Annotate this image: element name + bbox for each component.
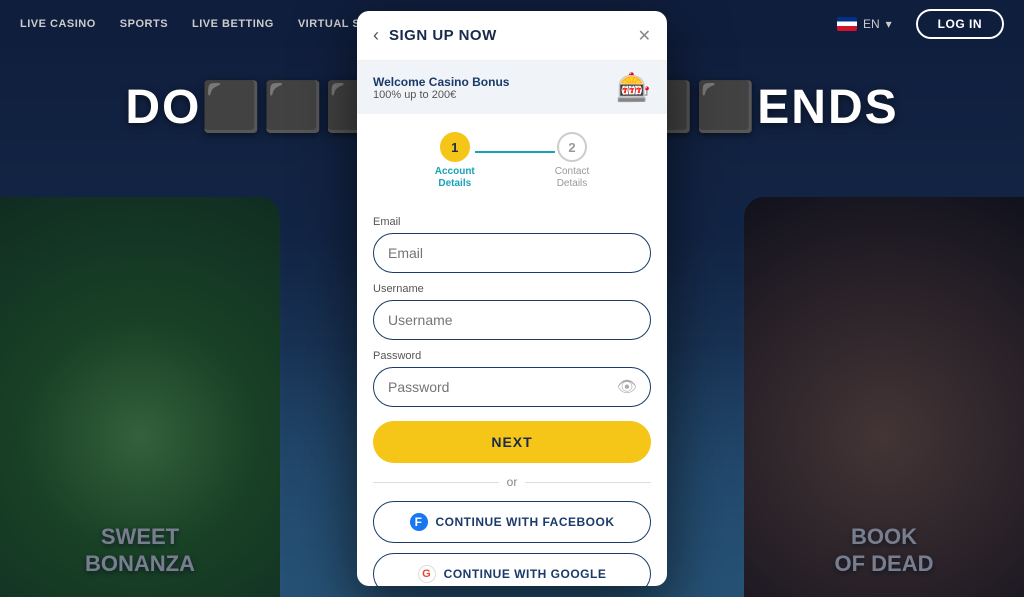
password-input[interactable] [373, 367, 651, 407]
signup-modal: ‹ SIGN UP NOW ✕ Welcome Casino Bonus 100… [357, 11, 667, 586]
signup-form: Email Username Password 👁 NEXT or f CONT… [357, 198, 667, 586]
nav-sports[interactable]: SPORTS [120, 18, 168, 30]
step-1: 1 AccountDetails [435, 132, 475, 190]
step-connector [475, 151, 555, 153]
facebook-button-label: CONTINUE WITH FACEBOOK [436, 515, 615, 529]
password-label: Password [373, 350, 651, 362]
google-button-label: CONTINUE WITH GOOGLE [444, 567, 607, 581]
bonus-icon: 🎰 [616, 71, 651, 104]
or-line-right [525, 482, 651, 483]
bonus-title: Welcome Casino Bonus [373, 75, 509, 89]
login-button[interactable]: LOG IN [916, 9, 1004, 39]
toggle-password-icon[interactable]: 👁 [617, 377, 637, 397]
lang-label: EN [863, 17, 880, 31]
google-button[interactable]: G CONTINUE WITH GOOGLE [373, 553, 651, 586]
chevron-down-icon: ▾ [886, 17, 892, 31]
step-2-label: ContactDetails [555, 166, 589, 190]
step-2: 2 ContactDetails [555, 132, 589, 190]
email-input[interactable] [373, 233, 651, 273]
facebook-button[interactable]: f CONTINUE WITH FACEBOOK [373, 501, 651, 543]
username-label: Username [373, 283, 651, 295]
modal-title: SIGN UP NOW [389, 27, 638, 44]
facebook-icon: f [410, 513, 428, 531]
google-icon: G [418, 565, 436, 583]
language-selector[interactable]: EN ▾ [837, 17, 892, 31]
or-line-left [373, 482, 499, 483]
or-divider: or [373, 475, 651, 489]
nav-live-betting[interactable]: LIVE BETTING [192, 18, 274, 30]
step-2-circle: 2 [557, 132, 587, 162]
modal-header: ‹ SIGN UP NOW ✕ [357, 11, 667, 61]
bonus-subtitle: 100% up to 200€ [373, 89, 509, 101]
bonus-banner: Welcome Casino Bonus 100% up to 200€ 🎰 [357, 61, 667, 114]
step-1-label: AccountDetails [435, 166, 475, 190]
email-label: Email [373, 216, 651, 228]
or-text: or [507, 475, 518, 489]
flag-icon [837, 17, 857, 31]
step-indicator: 1 AccountDetails 2 ContactDetails [357, 114, 667, 198]
nav-live-casino[interactable]: LIVE CASINO [20, 18, 96, 30]
step-1-circle: 1 [440, 132, 470, 162]
password-field-wrap: 👁 [373, 367, 651, 407]
modal-close-button[interactable]: ✕ [638, 26, 651, 46]
modal-back-button[interactable]: ‹ [373, 25, 379, 46]
bonus-text: Welcome Casino Bonus 100% up to 200€ [373, 75, 509, 101]
username-input[interactable] [373, 300, 651, 340]
next-button[interactable]: NEXT [373, 421, 651, 463]
